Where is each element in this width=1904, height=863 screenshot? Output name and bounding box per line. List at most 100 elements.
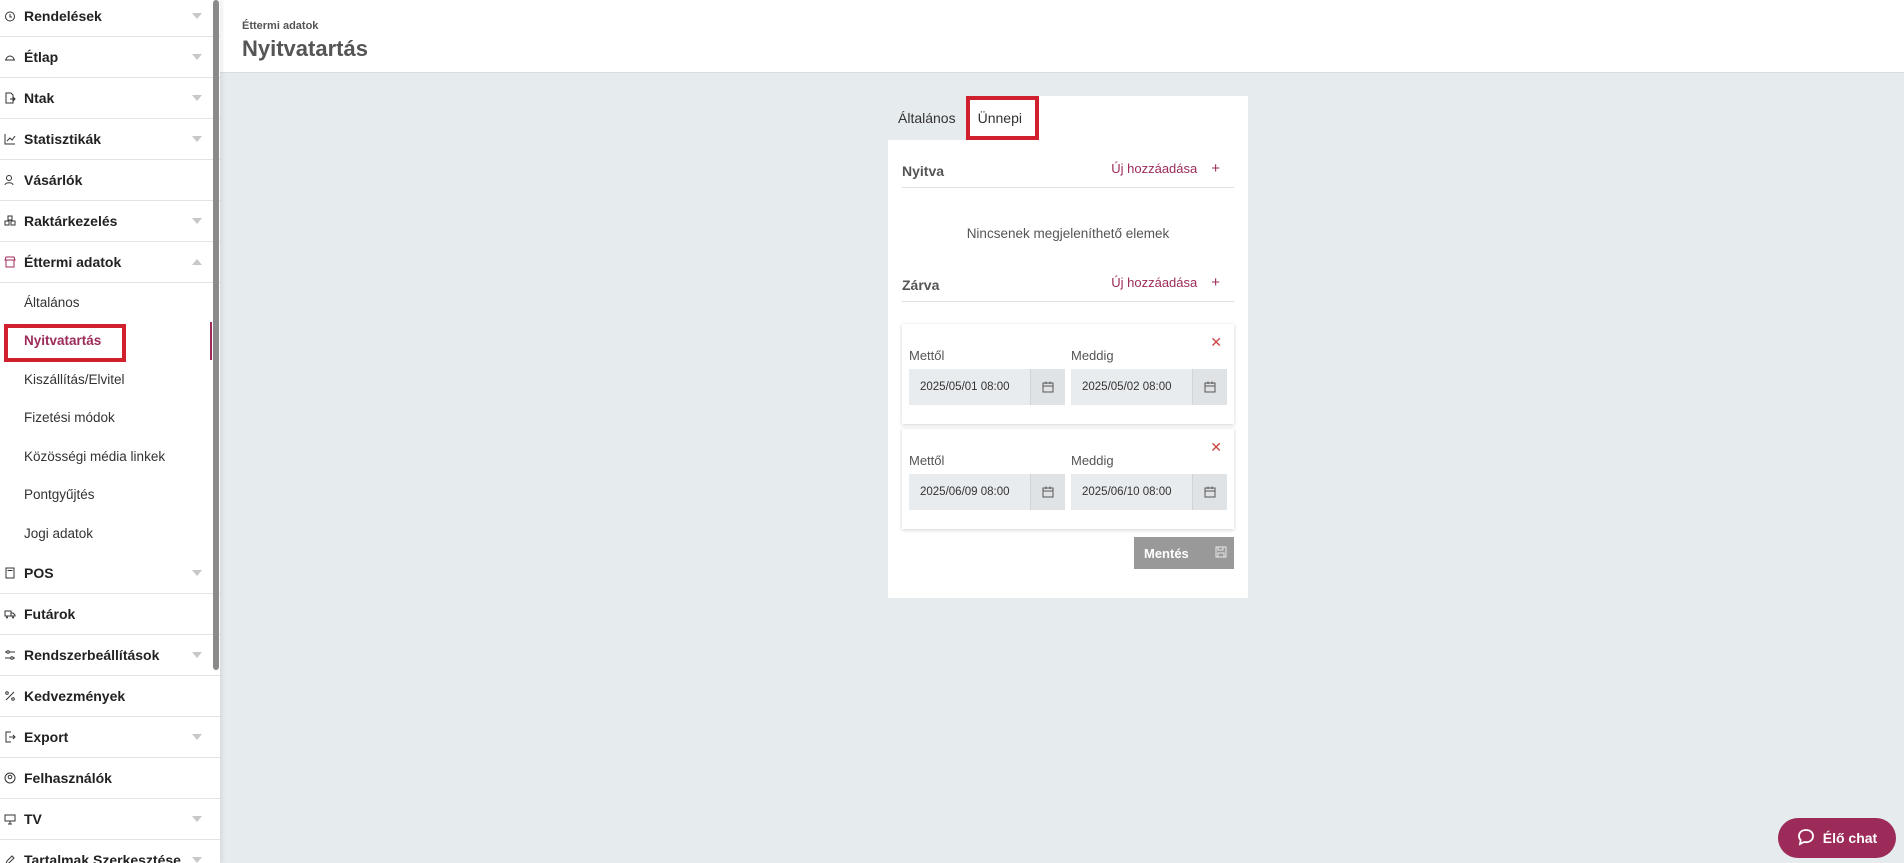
calendar-icon[interactable] [1192,369,1227,405]
sidebar-item-ntak[interactable]: Ntak [0,78,220,119]
from-date-input[interactable]: 2025/05/01 08:00 [909,369,1065,405]
sidebar-item-pos[interactable]: POS [0,553,220,594]
tab-holiday[interactable]: Ünnepi [965,96,1039,140]
breadcrumb[interactable]: Éttermi adatok [242,20,318,32]
from-label: Mettől [909,348,945,363]
sidebar-subitem-label: Általános [24,294,80,310]
to-date-value: 2025/06/10 08:00 [1082,486,1172,498]
sidebar-item-tv[interactable]: TV [0,799,220,840]
sidebar-item-futárok[interactable]: Futárok [0,594,220,635]
to-date-input[interactable]: 2025/05/02 08:00 [1071,369,1227,405]
to-field: Meddig 2025/06/10 08:00 [1071,453,1227,510]
sidebar-item-label: Statisztikák [24,131,102,147]
user-circle-icon [2,770,18,786]
monitor-icon [2,811,18,827]
chat-bubble-icon [1797,828,1815,849]
chevron-down-icon [192,136,202,142]
sidebar-item-label: TV [24,810,42,827]
calendar-icon[interactable] [1030,474,1065,510]
sidebar-subitem[interactable]: Kiszállítás/Elvitel [0,360,220,399]
plus-icon: + [1211,160,1220,177]
to-field: Meddig 2025/05/02 08:00 [1071,348,1227,405]
opening-hours-card: Általános Ünnepi Nyitva Új hozzáadása + … [888,96,1248,598]
sidebar-subitem[interactable]: Fizetési módok [0,399,220,438]
closed-section-header: Zárva Új hozzáadása + [902,266,1234,302]
sidebar-subitem-label: Pontgyűjtés [24,487,95,503]
chevron-up-icon [192,259,202,265]
edit-icon [2,852,18,863]
open-section-header: Nyitva Új hozzáadása + [902,152,1234,188]
chevron-down-icon [192,733,202,740]
chart-icon [2,131,18,147]
chevron-down-icon [192,218,202,224]
chevron-down-icon [192,569,202,576]
calendar-icon[interactable] [1192,474,1227,510]
closed-range-item: ✕ Mettől 2025/06/09 08:00 Meddig 2025/06… [902,429,1234,529]
chat-label: Élő chat [1822,830,1878,846]
sidebar-subitem-label: Jogi adatok [24,525,94,541]
export-icon [2,729,18,745]
to-date-value: 2025/05/02 08:00 [1082,381,1172,393]
page-header: Éttermi adatok Nyitvatartás [220,0,1904,73]
calculator-icon [2,565,18,581]
sidebar-subitem-label: Fizetési módok [24,410,115,426]
sidebar-item-label: Kedvezmények [24,687,126,704]
tab-bar: Általános Ünnepi [888,96,1248,140]
chevron-down-icon [192,651,202,658]
sidebar-item-label: Rendszerbeállítások [24,646,160,663]
sidebar-scrollbar[interactable] [213,0,219,670]
sidebar-item-rendszerbeállítások[interactable]: Rendszerbeállítások [0,635,220,676]
chevron-down-icon [192,815,202,822]
save-label: Mentés [1144,545,1189,561]
sidebar-item-vásárlók[interactable]: Vásárlók [0,160,220,201]
to-date-input[interactable]: 2025/06/10 08:00 [1071,474,1227,510]
from-date-input[interactable]: 2025/06/09 08:00 [909,474,1065,510]
sidebar-item-étlap[interactable]: Étlap [0,37,220,78]
sidebar-subitem-label: Nyitvatartás [24,333,102,349]
closed-range-item: ✕ Mettől 2025/05/01 08:00 Meddig 2025/05… [902,324,1234,424]
sidebar-item-label: Vásárlók [24,172,83,188]
tab-bar-fill [1033,96,1248,140]
chevron-down-icon [192,856,202,863]
sidebar-item-export[interactable]: Export [0,717,220,758]
sidebar-item-label: Futárok [24,605,76,622]
sidebar-item-label: Ntak [24,90,55,106]
alarm-clock-icon [2,8,18,24]
sidebar-item-rendelések[interactable]: Rendelések [0,0,220,37]
sidebar-item-tartalmak-szerkesztése[interactable]: Tartalmak Szerkesztése [0,840,220,863]
tab-label: Általános [898,110,956,126]
closed-section-title: Zárva [902,277,940,293]
sidebar-item-felhasználók[interactable]: Felhasználók [0,758,220,799]
save-button[interactable]: Mentés [1134,537,1234,569]
sidebar-subitem[interactable]: Általános [0,283,220,322]
sidebar-subitem[interactable]: Pontgyűjtés [0,476,220,515]
sidebar-item-statisztikák[interactable]: Statisztikák [0,119,220,160]
add-label: Új hozzáadása [1111,161,1198,176]
sidebar: Rendelések Étlap Ntak Statisztikák Vásárlók R… [0,0,220,863]
plus-icon: + [1211,274,1220,291]
sidebar-item-label: Export [24,728,69,745]
highlight-box [965,96,1039,140]
sidebar-subitem[interactable]: Közösségi média linkek [0,437,220,476]
from-date-value: 2025/06/09 08:00 [920,486,1010,498]
calendar-icon[interactable] [1030,369,1065,405]
sidebar-item-éttermi-adatok[interactable]: Éttermi adatok [0,242,220,283]
from-field: Mettől 2025/05/01 08:00 [909,348,1065,405]
sidebar-item-label: Éttermi adatok [24,254,122,270]
add-open-button[interactable]: Új hozzáadása + [1111,160,1220,177]
from-field: Mettől 2025/06/09 08:00 [909,453,1065,510]
sidebar-subitem[interactable]: Jogi adatok [0,514,220,553]
tab-general[interactable]: Általános [888,96,966,140]
sidebar-subitem[interactable]: Nyitvatartás [0,321,220,362]
add-closed-button[interactable]: Új hozzáadása + [1111,274,1220,291]
chevron-down-icon [192,13,202,19]
sidebar-item-raktárkezelés[interactable]: Raktárkezelés [0,201,220,242]
active-indicator [210,321,212,360]
users-icon [2,172,18,188]
live-chat-button[interactable]: Élő chat [1778,818,1896,858]
sidebar-subitem-label: Kiszállítás/Elvitel [24,371,125,387]
floppy-disk-icon [1215,546,1227,561]
sidebar-item-label: POS [24,564,54,581]
chevron-down-icon [192,54,202,60]
sidebar-item-kedvezmények[interactable]: Kedvezmények [0,676,220,717]
